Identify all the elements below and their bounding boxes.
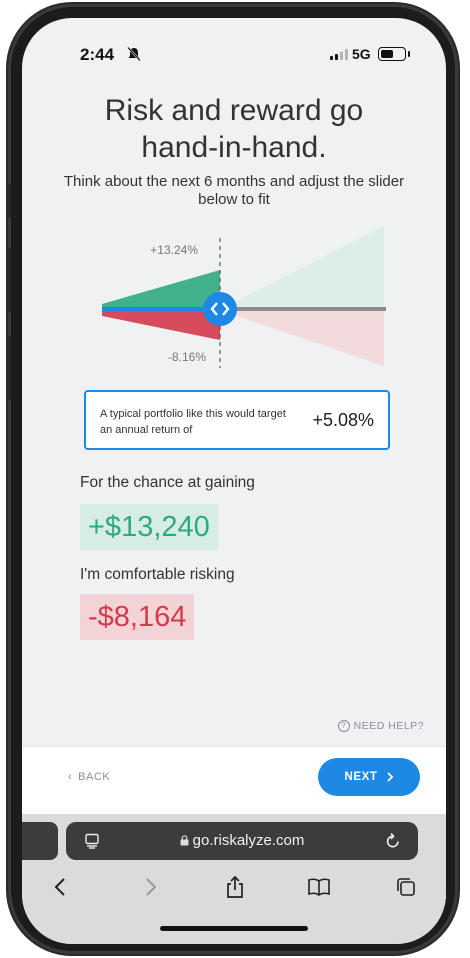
bookmarks-icon[interactable] <box>304 872 334 902</box>
loss-area <box>102 310 220 340</box>
page-title-line2: hand-in-hand. <box>141 131 327 164</box>
gain-area <box>102 270 220 310</box>
upper-return-label: +13.24% <box>150 243 198 257</box>
status-bar: 2:44 5G <box>22 18 446 88</box>
slider-knob[interactable] <box>203 292 237 326</box>
home-indicator <box>160 926 308 931</box>
screen: 2:44 5G Risk and reward go hand-in-hand.… <box>22 18 446 944</box>
portfolio-return-value: +5.08% <box>312 410 374 430</box>
forward-icon[interactable] <box>136 872 166 902</box>
network-type: 5G <box>352 46 371 62</box>
back-icon[interactable] <box>45 872 75 902</box>
lock-icon <box>180 835 189 846</box>
bottom-nav: ‹ BACK NEXT <box>22 746 446 815</box>
next-button[interactable]: NEXT <box>318 758 420 796</box>
gain-cone-future <box>219 226 384 310</box>
previous-tab[interactable] <box>22 822 58 860</box>
page-title-line1: Risk and reward go <box>104 94 364 127</box>
url-display[interactable]: go.riskalyze.com <box>66 822 418 860</box>
status-time: 2:44 <box>80 45 115 64</box>
battery-icon <box>378 47 410 61</box>
chevron-left-small-icon: ‹ <box>68 771 73 783</box>
share-icon[interactable] <box>220 872 250 902</box>
loss-label: I'm comfortable risking <box>80 566 235 583</box>
need-help-link[interactable]: ? NEED HELP? <box>337 720 424 732</box>
silent-bell-icon <box>127 47 141 61</box>
page-title: Risk and reward go hand-in-hand. <box>22 92 446 166</box>
browser-chrome: go.riskalyze.com <box>22 814 446 944</box>
volume-down-button <box>6 336 11 400</box>
url-text: go.riskalyze.com <box>192 832 305 849</box>
loss-cone-future <box>219 310 384 366</box>
back-label: BACK <box>78 771 111 783</box>
loss-amount: -$8,164 <box>80 594 195 640</box>
portfolio-description: A typical portfolio like this would targ… <box>100 408 286 436</box>
mute-switch <box>6 184 11 218</box>
volume-up-button <box>6 248 11 312</box>
lower-return-label: -8.16% <box>168 350 206 364</box>
reload-icon[interactable] <box>384 831 402 851</box>
question-circle-icon: ? <box>337 720 350 732</box>
next-label: NEXT <box>344 771 378 783</box>
browser-toolbar <box>22 872 446 912</box>
portfolio-return-card: A typical portfolio like this would targ… <box>84 390 390 450</box>
gain-label: For the chance at gaining <box>80 474 255 491</box>
tabs-icon[interactable] <box>391 872 421 902</box>
gain-amount: +$13,240 <box>80 504 218 550</box>
chevron-right-small-icon <box>386 772 393 782</box>
risk-reward-slider[interactable]: +13.24% -8.16% <box>92 218 392 378</box>
need-help-label: NEED HELP? <box>353 720 424 732</box>
address-bar[interactable]: go.riskalyze.com <box>66 822 418 860</box>
page-subtitle: Think about the next 6 months and adjust… <box>63 173 405 208</box>
cellular-signal-icon <box>330 49 348 60</box>
back-button[interactable]: ‹ BACK <box>68 771 110 783</box>
